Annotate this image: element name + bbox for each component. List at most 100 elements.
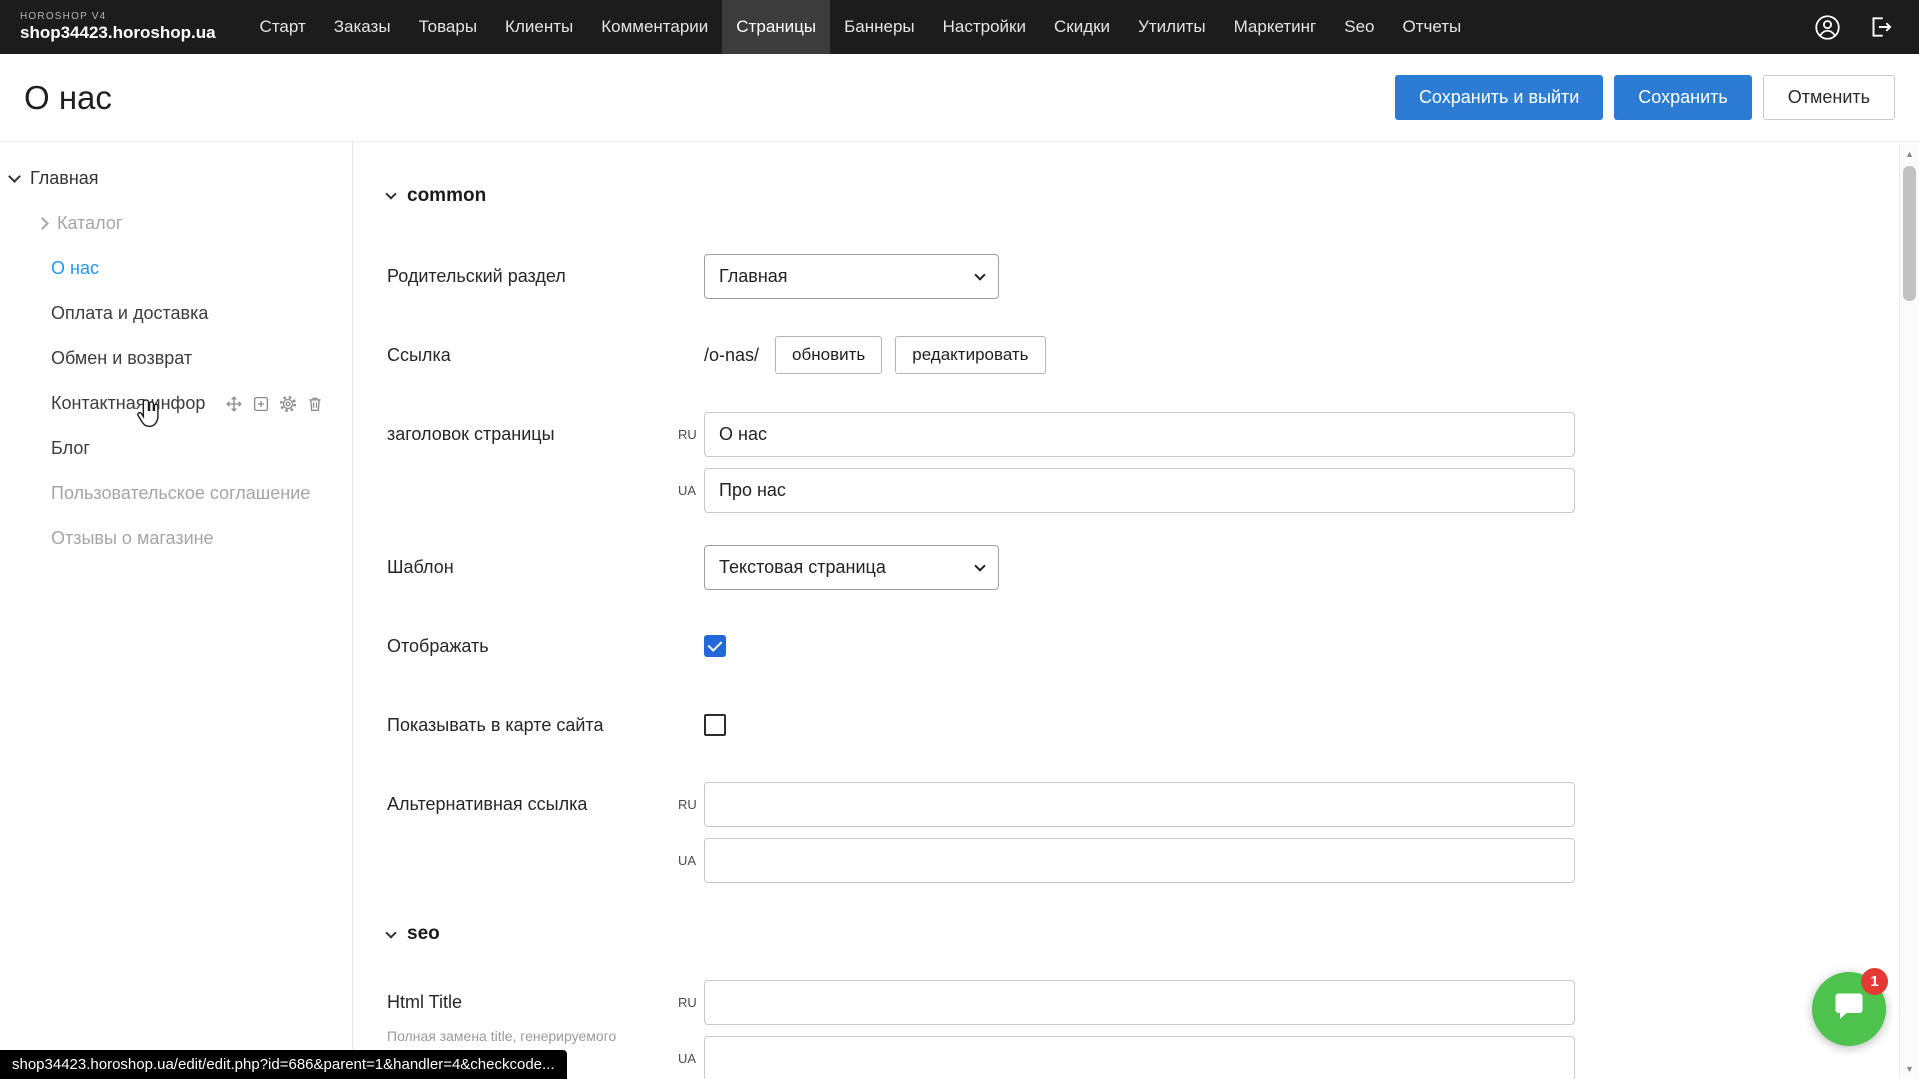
tree-item-label: Контактная инфор [51,393,205,414]
chevron-down-icon [974,269,985,280]
move-icon[interactable] [225,395,243,413]
header-actions: Сохранить и выйти Сохранить Отменить [1395,75,1895,120]
tree-item-hover-actions [225,395,324,413]
chat-bubble-icon [1831,989,1867,1030]
tree-item-label: О нас [51,258,99,279]
section-title: common [407,185,486,207]
page-title-ru-input[interactable] [704,412,1575,457]
save-and-exit-button[interactable]: Сохранить и выйти [1395,75,1603,120]
form-row-sitemap: Показывать в карте сайта [387,703,1919,748]
page-edit-form: common Родительский раздел Главная Ссылк… [353,142,1919,1079]
nav-item-orders[interactable]: Заказы [320,0,405,54]
form-row-parent-section: Родительский раздел Главная [387,254,1919,299]
nav-item-banners[interactable]: Баннеры [830,0,929,54]
link-path-value: /o-nas/ [704,345,759,366]
field-label: Html Title [387,980,678,1025]
browser-status-url: shop34423.horoshop.ua/edit/edit.php?id=6… [0,1050,567,1079]
vertical-scrollbar[interactable]: ▲ ▼ [1899,144,1919,1079]
nav-item-start[interactable]: Старт [246,0,320,54]
field-label: Показывать в карте сайта [387,715,678,736]
alt-link-ua-input[interactable] [704,838,1575,883]
scrollbar-thumb[interactable] [1903,166,1916,301]
form-row-link: Ссылка /o-nas/ обновить редактировать [387,333,1919,378]
tree-item-label: Обмен и возврат [51,348,192,369]
trash-icon[interactable] [306,395,324,413]
scroll-down-icon[interactable]: ▼ [1900,1059,1919,1079]
tree-item-glavnaya[interactable]: Главная [0,156,352,201]
select-value: Текстовая страница [719,557,886,578]
field-label: Отображать [387,636,678,657]
lang-badge-ua: UA [678,483,704,498]
tree-item-kontaktnaya[interactable]: Контактная инфор [0,381,352,426]
lang-badge-ru: RU [678,427,704,442]
add-subpage-icon[interactable] [252,395,270,413]
tree-item-agreement[interactable]: Пользовательское соглашение [0,471,352,516]
main-menu: Старт Заказы Товары Клиенты Комментарии … [246,0,1476,54]
nav-item-seo[interactable]: Seo [1330,0,1388,54]
tree-item-blog[interactable]: Блог [0,426,352,471]
page-title: О нас [24,79,112,117]
section-common-toggle[interactable]: common [387,184,1919,208]
user-account-icon[interactable] [1814,14,1841,41]
form-row-alt-link: Альтернативная ссылка RU UA [387,782,1919,881]
nav-item-utilities[interactable]: Утилиты [1124,0,1220,54]
topbar-right-actions [1814,0,1919,54]
select-value: Главная [719,266,788,287]
page-title-ua-input[interactable] [704,468,1575,513]
chat-unread-badge: 1 [1861,968,1888,995]
tree-item-label: Пользовательское соглашение [51,483,310,504]
display-checkbox[interactable] [704,635,726,657]
alt-link-ru-input[interactable] [704,782,1575,827]
tree-item-label: Главная [30,168,99,189]
tree-item-oplata[interactable]: Оплата и доставка [0,291,352,336]
tree-item-katalog[interactable]: Каталог [0,201,352,246]
nav-item-pages[interactable]: Страницы [722,0,830,54]
form-row-display: Отображать [387,624,1919,669]
lang-badge-ua: UA [678,1051,704,1066]
form-row-html-title: Html Title Полная замена title, генериру… [387,980,1919,1079]
top-navigation-bar: HOROSHOP V4 shop34423.horoshop.ua Старт … [0,0,1919,54]
lang-badge-ru: RU [678,797,704,812]
parent-section-select[interactable]: Главная [704,254,999,299]
link-refresh-button[interactable]: обновить [775,336,882,374]
pages-tree-sidebar: Главная Каталог О нас Оплата и доставка … [0,142,353,1079]
field-label: заголовок страницы [387,412,678,457]
tree-item-obmen[interactable]: Обмен и возврат [0,336,352,381]
nav-item-products[interactable]: Товары [405,0,491,54]
tree-item-o-nas[interactable]: О нас [0,246,352,291]
chat-launcher-button[interactable]: 1 [1812,972,1886,1046]
chevron-down-icon [385,189,396,200]
lang-badge-ru: RU [678,995,704,1010]
nav-item-reports[interactable]: Отчеты [1388,0,1475,54]
section-title: seo [407,923,440,945]
nav-item-clients[interactable]: Клиенты [491,0,587,54]
html-title-ua-input[interactable] [704,1036,1575,1079]
tree-item-label: Каталог [57,213,122,234]
scroll-up-icon[interactable]: ▲ [1900,144,1919,164]
tree-item-reviews[interactable]: Отзывы о магазине [0,516,352,561]
field-label: Альтернативная ссылка [387,782,678,827]
nav-item-marketing[interactable]: Маркетинг [1220,0,1331,54]
nav-item-settings[interactable]: Настройки [929,0,1040,54]
nav-item-comments[interactable]: Комментарии [587,0,722,54]
chevron-down-icon [974,560,985,571]
gear-icon[interactable] [279,395,297,413]
template-select[interactable]: Текстовая страница [704,545,999,590]
tree-item-label: Оплата и доставка [51,303,208,324]
html-title-ru-input[interactable] [704,980,1575,1025]
cancel-button[interactable]: Отменить [1763,75,1895,120]
logo[interactable]: HOROSHOP V4 shop34423.horoshop.ua [0,0,246,54]
app-window: HOROSHOP V4 shop34423.horoshop.ua Старт … [0,0,1919,1079]
section-seo-toggle[interactable]: seo [387,922,1919,946]
link-edit-button[interactable]: редактировать [895,336,1045,374]
form-row-template: Шаблон Текстовая страница [387,545,1919,590]
content-area: Главная Каталог О нас Оплата и доставка … [0,142,1919,1079]
chevron-down-icon [385,927,396,938]
logout-icon[interactable] [1867,14,1893,40]
logo-version-label: HOROSHOP V4 [20,11,216,22]
save-button[interactable]: Сохранить [1614,75,1751,120]
sitemap-checkbox[interactable] [704,714,726,736]
logo-domain: shop34423.horoshop.ua [20,23,216,43]
chevron-down-icon [8,170,21,183]
nav-item-discounts[interactable]: Скидки [1040,0,1124,54]
